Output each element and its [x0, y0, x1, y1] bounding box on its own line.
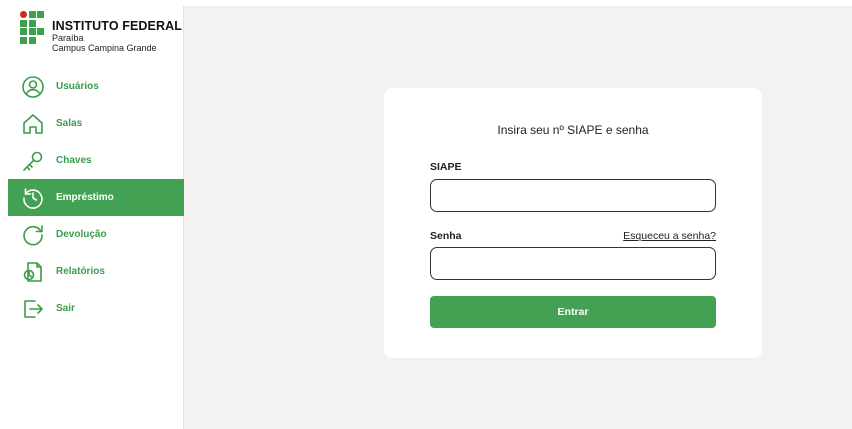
sidebar-item-label: Devolução — [56, 229, 107, 240]
siape-label: SIAPE — [430, 161, 462, 173]
senha-label: Senha — [430, 230, 462, 242]
senha-input[interactable] — [430, 247, 716, 280]
siape-input[interactable] — [430, 179, 716, 212]
entrar-button[interactable]: Entrar — [430, 296, 716, 328]
sidebar-item-label: Usuários — [56, 81, 99, 92]
login-title: Insira seu nº SIAPE e senha — [497, 123, 649, 137]
app-frame: INSTITUTO FEDERAL Paraíba Campus Campina… — [8, 6, 852, 429]
sidebar-item-salas[interactable]: Salas — [8, 105, 184, 142]
sidebar-item-label: Salas — [56, 118, 83, 129]
key-icon — [20, 148, 46, 174]
sidebar-item-relatorios[interactable]: Relatórios — [8, 253, 184, 290]
sidebar-menu: Usuários Salas Chaves Empréstimo Devoluç… — [8, 68, 184, 327]
sidebar-item-usuarios[interactable]: Usuários — [8, 68, 184, 105]
sidebar: INSTITUTO FEDERAL Paraíba Campus Campina… — [8, 6, 184, 429]
logo-campus: Campus Campina Grande — [52, 43, 157, 53]
sidebar-item-devolucao[interactable]: Devolução — [8, 216, 184, 253]
logo-title: INSTITUTO FEDERAL — [52, 19, 182, 33]
sidebar-item-label: Sair — [56, 303, 75, 314]
user-icon — [20, 74, 46, 100]
forgot-password-link[interactable]: Esqueceu a senha? — [623, 230, 716, 242]
logout-icon — [20, 296, 46, 322]
house-icon — [20, 111, 46, 137]
logo-state: Paraíba — [52, 33, 84, 43]
institute-logo: INSTITUTO FEDERAL Paraíba Campus Campina… — [20, 10, 182, 53]
logo-mark-icon — [20, 11, 44, 44]
sidebar-item-emprestimo[interactable]: Empréstimo — [8, 179, 184, 216]
sidebar-item-sair[interactable]: Sair — [8, 290, 184, 327]
login-card: Insira seu nº SIAPE e senha SIAPE Senha … — [384, 88, 762, 358]
sidebar-item-chaves[interactable]: Chaves — [8, 142, 184, 179]
main-content: Insira seu nº SIAPE e senha SIAPE Senha … — [184, 6, 852, 429]
return-icon — [20, 222, 46, 248]
history-icon — [20, 185, 46, 211]
sidebar-item-label: Relatórios — [56, 266, 105, 277]
sidebar-item-label: Empréstimo — [56, 192, 114, 203]
sidebar-item-label: Chaves — [56, 155, 92, 166]
report-icon — [20, 259, 46, 285]
